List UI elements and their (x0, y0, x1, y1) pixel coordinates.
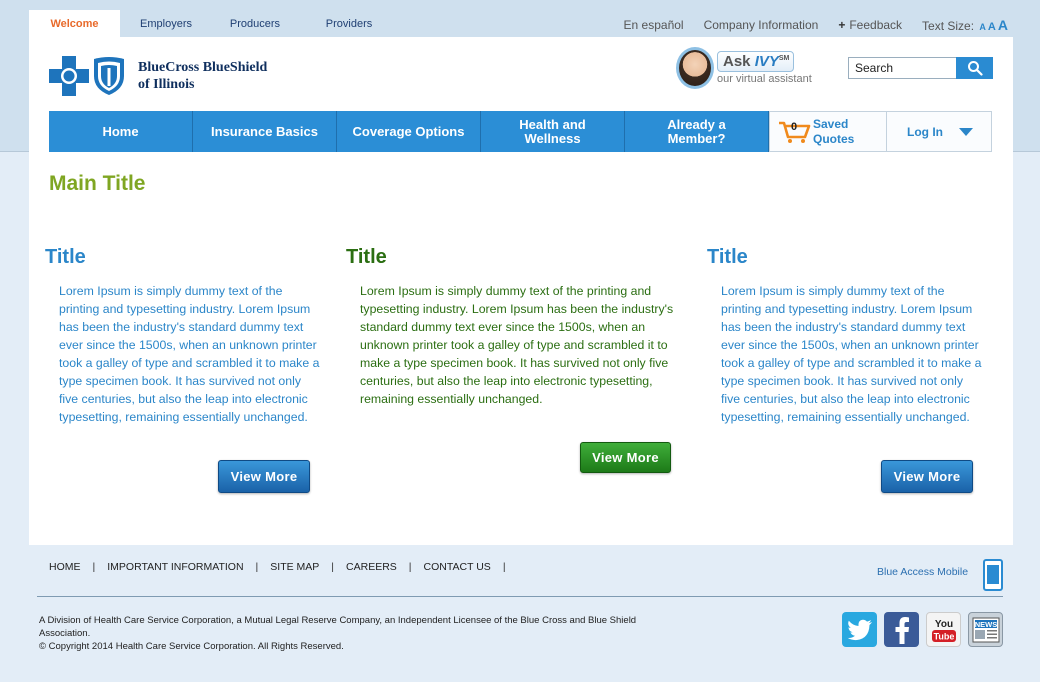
bcbs-logo[interactable]: BlueCross BlueShield of Illinois (49, 56, 267, 96)
column-body: Lorem Ipsum is simply dummy text of the … (360, 284, 674, 406)
tab-producers[interactable]: Producers (212, 10, 298, 37)
plus-icon: + (838, 18, 846, 32)
social-links: You Tube NEWS (842, 612, 1003, 647)
footer-separator: | (92, 561, 96, 573)
search-button[interactable] (956, 57, 993, 79)
nav-insurance-basics[interactable]: Insurance Basics (193, 111, 337, 152)
footer-separator: | (502, 561, 506, 573)
youtube-icon[interactable]: You Tube (926, 612, 961, 647)
twitter-icon[interactable] (842, 612, 877, 647)
text-size-large[interactable]: A (998, 17, 1008, 33)
footer-link-careers[interactable]: CAREERS (346, 561, 397, 573)
footer-divider (37, 596, 1003, 597)
logo-line-2: of Illinois (138, 77, 195, 92)
search-icon (967, 61, 983, 76)
ivy-subtitle: our virtual assistant (717, 73, 812, 85)
text-size-medium[interactable]: A (988, 21, 996, 33)
content-column-2: Title Lorem Ipsum is simply dummy text o… (346, 246, 686, 408)
saved-quotes-label: Saved Quotes (813, 116, 855, 146)
blue-access-mobile-link[interactable]: Blue Access Mobile (877, 566, 968, 578)
text-size-control: Text Size: AAA (922, 17, 1008, 33)
content-column-3: Title Lorem Ipsum is simply dummy text o… (707, 246, 987, 426)
saved-quotes-button[interactable]: 0 Saved Quotes (769, 111, 886, 152)
text-size-label: Text Size: (922, 19, 975, 33)
footer-link-important-info[interactable]: IMPORTANT INFORMATION (107, 561, 243, 573)
ivy-avatar (676, 47, 714, 89)
search-form (848, 57, 993, 79)
tab-welcome[interactable]: Welcome (29, 10, 120, 37)
nav-health-wellness[interactable]: Health and Wellness (481, 111, 625, 152)
legal-line-2: © Copyright 2014 Health Care Service Cor… (39, 641, 344, 652)
main-nav: Home Insurance Basics Coverage Options H… (49, 111, 992, 152)
svg-text:NEWS: NEWS (974, 620, 997, 629)
nav-coverage-options[interactable]: Coverage Options (337, 111, 481, 152)
footer-link-site-map[interactable]: SITE MAP (270, 561, 319, 573)
company-info-link[interactable]: Company Information (704, 18, 819, 32)
utility-links: En español Company Information + Feedback… (604, 17, 1008, 33)
ivy-text: Ask IVYSM our virtual assistant (717, 51, 812, 85)
footer-separator: | (331, 561, 335, 573)
feedback-label: Feedback (849, 18, 903, 32)
mobile-phone-icon[interactable] (983, 559, 1003, 591)
footer-separator: | (255, 561, 259, 573)
login-dropdown[interactable]: Log In (886, 111, 992, 152)
ivy-name: IVY (754, 53, 779, 70)
feedback-link[interactable]: + Feedback (838, 18, 902, 32)
saved-quotes-count: 0 (791, 120, 798, 133)
tab-providers[interactable]: Providers (298, 10, 400, 37)
column-body: Lorem Ipsum is simply dummy text of the … (721, 284, 982, 424)
column-title: Title (45, 246, 86, 268)
cart-icon: 0 (778, 120, 811, 144)
footer-link-contact-us[interactable]: CONTACT US (424, 561, 491, 573)
phone-screen (987, 565, 999, 584)
column-title: Title (707, 246, 748, 268)
legal-line-1: A Division of Health Care Service Corpor… (39, 615, 637, 639)
column-body: Lorem Ipsum is simply dummy text of the … (59, 284, 320, 424)
content-column-1: Title Lorem Ipsum is simply dummy text o… (45, 246, 325, 426)
ask-ivy-widget[interactable]: Ask IVYSM our virtual assistant (676, 47, 812, 89)
view-more-button-2[interactable]: View More (580, 442, 671, 473)
audience-tabs: Welcome Employers Producers Providers (29, 10, 400, 37)
ivy-sm-mark: SM (778, 55, 790, 62)
footer-link-home[interactable]: HOME (49, 561, 81, 573)
nav-already-member[interactable]: Already a Member? (625, 111, 769, 152)
logo-line-1: BlueCross BlueShield (138, 60, 268, 75)
chevron-down-icon (959, 127, 973, 136)
spanish-link[interactable]: En español (624, 18, 684, 32)
search-input[interactable] (848, 57, 956, 79)
news-icon[interactable]: NEWS (968, 612, 1003, 647)
view-more-button-3[interactable]: View More (881, 460, 973, 493)
svg-text:You: You (934, 619, 952, 630)
text-size-small[interactable]: A (979, 22, 986, 32)
facebook-icon[interactable] (884, 612, 919, 647)
login-label: Log In (907, 124, 943, 139)
footer-links: HOME | IMPORTANT INFORMATION | SITE MAP … (49, 561, 518, 573)
bcbs-cross-shield-icon (49, 56, 124, 96)
legal-text: A Division of Health Care Service Corpor… (39, 614, 659, 653)
page-title: Main Title (49, 172, 146, 195)
footer-separator: | (408, 561, 412, 573)
tab-employers[interactable]: Employers (120, 10, 212, 37)
column-title: Title (346, 246, 387, 268)
ivy-bubble: Ask IVYSM (717, 51, 795, 72)
svg-text:Tube: Tube (933, 631, 954, 641)
ivy-ask-label: Ask (723, 53, 751, 70)
logo-wordmark: BlueCross BlueShield of Illinois (138, 59, 267, 93)
view-more-button-1[interactable]: View More (218, 460, 310, 493)
nav-home[interactable]: Home (49, 111, 193, 152)
